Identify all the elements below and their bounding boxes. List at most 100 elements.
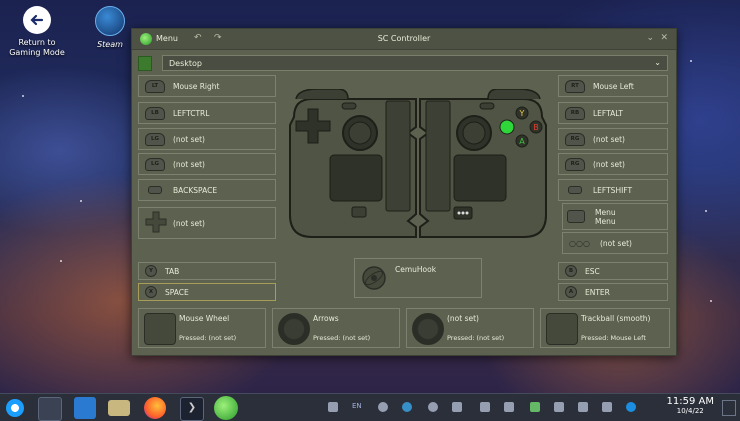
- volume-icon[interactable]: [504, 402, 514, 412]
- binding-label: (not set): [599, 238, 632, 248]
- face-letter-y: Y: [519, 109, 525, 118]
- gyro-icon: [361, 265, 387, 293]
- keyboard-icon[interactable]: [452, 402, 462, 412]
- dpad-icon: [145, 211, 167, 235]
- menu-button-icon: [567, 210, 585, 223]
- binding-pressed: Pressed: (not set): [179, 334, 237, 342]
- discover-store-icon[interactable]: [74, 397, 96, 419]
- binding-right-bumper[interactable]: RB LEFTALT: [558, 102, 668, 124]
- binding-right-grip-1[interactable]: RG (not set): [558, 128, 668, 150]
- binding-left-bumper[interactable]: LB LEFTCTRL: [138, 102, 276, 124]
- profile-select-value: Desktop: [169, 59, 202, 68]
- left-bumper-icon: LB: [145, 106, 165, 120]
- binding-left-grip-1[interactable]: LG (not set): [138, 128, 276, 150]
- shortcut-label-line2: Gaming Mode: [9, 48, 65, 57]
- language-indicator[interactable]: EN: [352, 402, 362, 410]
- clock-date: 10/4/22: [676, 407, 704, 415]
- binding-left-pad[interactable]: Mouse Wheel Pressed: (not set): [138, 308, 266, 348]
- profile-file-icon[interactable]: [138, 56, 152, 71]
- binding-back-button[interactable]: BACKSPACE: [138, 179, 276, 201]
- binding-label: Mouse Left: [593, 81, 634, 91]
- x-button-icon: X: [145, 286, 157, 298]
- binding-label: Arrows: [313, 314, 339, 323]
- binding-label: ESC: [585, 266, 600, 276]
- left-stick-icon: [278, 313, 310, 345]
- taskbar: ❯ EN 11:59 AM 10/4/22: [0, 393, 740, 421]
- left-grip-icon: LG: [145, 132, 165, 146]
- steam-tray-icon[interactable]: [378, 402, 388, 412]
- controller-diagram: Y B A: [289, 89, 547, 238]
- binding-label: (not set): [173, 218, 205, 228]
- system-update-icon[interactable]: [428, 402, 438, 412]
- binding-label: LEFTCTRL: [173, 108, 210, 118]
- bluetooth-icon[interactable]: [554, 402, 564, 412]
- binding-menu-button[interactable]: Menu Menu: [562, 203, 668, 230]
- binding-right-pad[interactable]: Trackball (smooth) Pressed: Mouse Left: [540, 308, 670, 348]
- steamos-tray-icon[interactable]: [626, 402, 636, 412]
- show-desktop-button[interactable]: [722, 400, 736, 416]
- start-button-icon: [568, 186, 582, 194]
- binding-b-button[interactable]: B ESC: [558, 262, 668, 280]
- left-grip-icon: LG: [145, 157, 165, 171]
- sc-controller-icon[interactable]: [214, 396, 238, 420]
- titlebar: Menu ↶ ↷ SC Controller ⌄ ✕: [132, 29, 676, 50]
- file-manager-icon[interactable]: [108, 400, 130, 416]
- terminal-icon[interactable]: ❯: [180, 397, 204, 421]
- binding-left-stick[interactable]: Arrows Pressed: (not set): [272, 308, 400, 348]
- binding-right-trigger[interactable]: RT Mouse Left: [558, 75, 668, 97]
- return-to-gaming-mode-shortcut[interactable]: Return to Gaming Mode: [4, 6, 70, 58]
- binding-label: Mouse Right: [173, 81, 220, 91]
- binding-label-line2: Menu: [595, 216, 616, 226]
- binding-left-grip-2[interactable]: LG (not set): [138, 153, 276, 175]
- left-pad-icon: [144, 313, 176, 345]
- chevron-down-icon: ⌄: [654, 58, 661, 67]
- chevron-down-icon[interactable]: ⌄: [646, 33, 654, 43]
- binding-pressed: Pressed: Mouse Left: [581, 334, 646, 342]
- profile-select[interactable]: Desktop ⌄: [162, 55, 668, 71]
- binding-label: LEFTSHIFT: [593, 185, 633, 195]
- binding-pressed: Pressed: (not set): [313, 334, 371, 342]
- right-grip-icon: RG: [565, 132, 585, 146]
- binding-pressed: Pressed: (not set): [447, 334, 505, 342]
- network-icon[interactable]: [578, 402, 588, 412]
- right-bumper-icon: RB: [565, 106, 585, 120]
- binding-label: Trackball (smooth): [581, 314, 651, 323]
- steam-icon: [95, 6, 125, 36]
- notification-bell-icon[interactable]: [328, 402, 338, 412]
- right-pad-icon: [546, 313, 578, 345]
- steam-shortcut[interactable]: Steam: [90, 6, 130, 50]
- a-button-icon: A: [565, 286, 577, 298]
- binding-right-grip-2[interactable]: RG (not set): [558, 153, 668, 175]
- binding-gyro[interactable]: CemuHook: [354, 258, 482, 298]
- face-letter-a: A: [519, 137, 525, 146]
- settings-mixer-icon[interactable]: [38, 397, 62, 421]
- right-trigger-icon: RT: [565, 79, 585, 93]
- binding-right-stick[interactable]: (not set) Pressed: (not set): [406, 308, 534, 348]
- clock[interactable]: 11:59 AM 10/4/22: [667, 396, 714, 415]
- firefox-icon[interactable]: [144, 397, 166, 419]
- clipboard-icon[interactable]: [480, 402, 490, 412]
- binding-a-button[interactable]: A ENTER: [558, 283, 668, 301]
- y-button-icon: Y: [145, 265, 157, 277]
- steamos-logo-icon[interactable]: [6, 399, 24, 417]
- binding-extra-button[interactable]: ○○○ (not set): [562, 232, 668, 254]
- binding-dpad[interactable]: (not set): [138, 207, 276, 239]
- binding-label: (not set): [593, 134, 625, 144]
- close-icon[interactable]: ✕: [660, 33, 668, 43]
- binding-start-button[interactable]: LEFTSHIFT: [558, 179, 668, 201]
- binding-label: (not set): [173, 134, 205, 144]
- tray-app-icon[interactable]: [402, 402, 412, 412]
- display-icon[interactable]: [602, 402, 612, 412]
- binding-label: Mouse Wheel: [179, 314, 230, 323]
- clock-time: 11:59 AM: [666, 396, 714, 407]
- b-button-icon: B: [565, 265, 577, 277]
- left-trigger-icon: LT: [145, 79, 165, 93]
- binding-left-trigger[interactable]: LT Mouse Right: [138, 75, 276, 97]
- binding-y-button[interactable]: Y TAB: [138, 262, 276, 280]
- binding-x-button[interactable]: X SPACE: [138, 283, 276, 301]
- sc-controller-window: Menu ↶ ↷ SC Controller ⌄ ✕ Desktop ⌄ LT …: [131, 28, 677, 356]
- face-letter-b: B: [533, 123, 539, 132]
- right-stick-icon: [412, 313, 444, 345]
- profile-bar: Desktop ⌄: [138, 55, 670, 71]
- battery-icon[interactable]: [530, 402, 540, 412]
